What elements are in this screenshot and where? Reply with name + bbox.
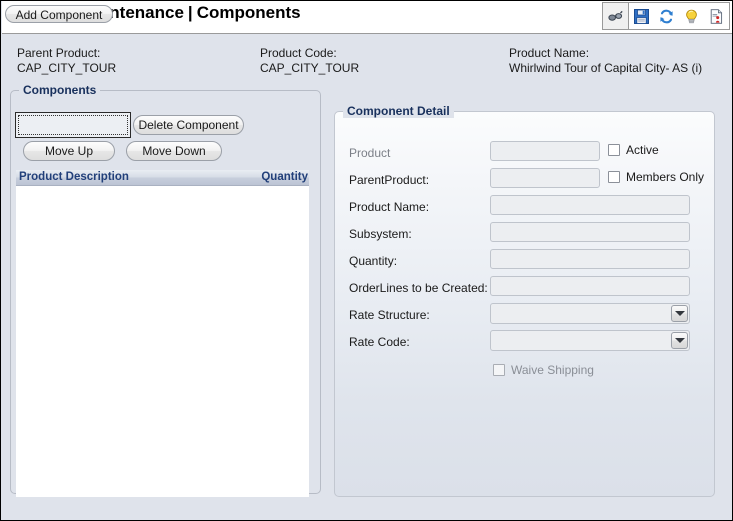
product-maintenance-window: Product Maintenance|Components [0,0,733,521]
refresh-icon [659,9,674,24]
product-code-field: Product Code: CAP_CITY_TOUR [260,46,359,76]
lightbulb-icon [684,9,699,24]
orderlines-label: OrderLines to be Created: [349,281,488,295]
members-only-checkbox[interactable]: Members Only [608,170,704,184]
rate-structure-label: Rate Structure: [349,308,430,322]
product-label: Product [349,146,391,160]
parent-product-input[interactable] [490,168,600,188]
delete-component-button[interactable]: Delete Component [133,115,244,135]
component-detail-group-title: Component Detail [343,104,454,118]
toolbar-button-refresh[interactable] [654,3,679,29]
save-icon [634,8,649,24]
toolbar [602,2,730,30]
product-name-detail-label: Product Name: [349,200,430,214]
focus-dotted-outline [18,115,128,135]
column-header-quantity[interactable]: Quantity [261,171,308,183]
binoculars-icon [608,10,623,23]
toolbar-button-save[interactable] [629,3,654,29]
orderlines-input[interactable] [490,276,690,296]
checkbox-box [608,144,620,156]
waive-shipping-checkbox-label: Waive Shipping [511,363,594,377]
components-list-body[interactable] [16,186,309,497]
subsystem-label: Subsystem: [349,227,412,241]
members-only-checkbox-label: Members Only [626,170,705,184]
product-name-label: Product Name: [509,46,590,60]
product-name-value: Whirlwind Tour of Capital City- AS (i) [509,61,703,75]
checkbox-box [493,364,505,376]
product-name-field: Product Name: Whirlwind Tour of Capital … [509,46,702,76]
parent-product-detail-label: ParentProduct: [349,173,430,187]
product-code-label: Product Code: [260,46,337,60]
quantity-label: Quantity: [349,254,398,268]
rate-code-label: Rate Code: [349,335,410,349]
quantity-input[interactable] [490,249,690,269]
move-down-button[interactable]: Move Down [126,141,222,161]
parent-product-label: Parent Product: [17,46,101,60]
toolbar-button-hint[interactable] [679,3,704,29]
waive-shipping-checkbox[interactable]: Waive Shipping [493,363,594,377]
rate-code-select[interactable] [490,330,690,351]
toolbar-button-search[interactable] [603,3,629,29]
active-checkbox[interactable]: Active [608,143,659,157]
report-icon [709,8,724,24]
active-checkbox-label: Active [626,143,659,157]
product-name-input[interactable] [490,195,690,215]
subsystem-input[interactable] [490,222,690,242]
move-up-button[interactable]: Move Up [23,141,115,161]
page-title-separator: | [187,3,193,22]
column-header-product-description[interactable]: Product Description [19,171,129,183]
product-input[interactable] [490,141,600,161]
page-title-sub: Components [196,3,301,22]
component-detail-group: Component Detail Product Active ParentPr… [334,104,715,497]
components-group-title: Components [19,83,101,97]
product-summary: Parent Product: CAP_CITY_TOUR Product Co… [1,46,732,84]
parent-product-value: CAP_CITY_TOUR [17,61,117,75]
product-code-value: CAP_CITY_TOUR [260,61,360,75]
add-component-focus-frame [15,112,131,138]
chevron-down-icon[interactable] [671,332,688,349]
rate-structure-select[interactable] [490,303,690,324]
add-component-button[interactable]: Add Component [5,5,113,23]
toolbar-button-report[interactable] [704,3,729,29]
checkbox-box [608,171,620,183]
components-list-header: Product Description Quantity [16,170,309,186]
parent-product-field: Parent Product: CAP_CITY_TOUR [17,46,116,76]
chevron-down-icon[interactable] [671,305,688,322]
